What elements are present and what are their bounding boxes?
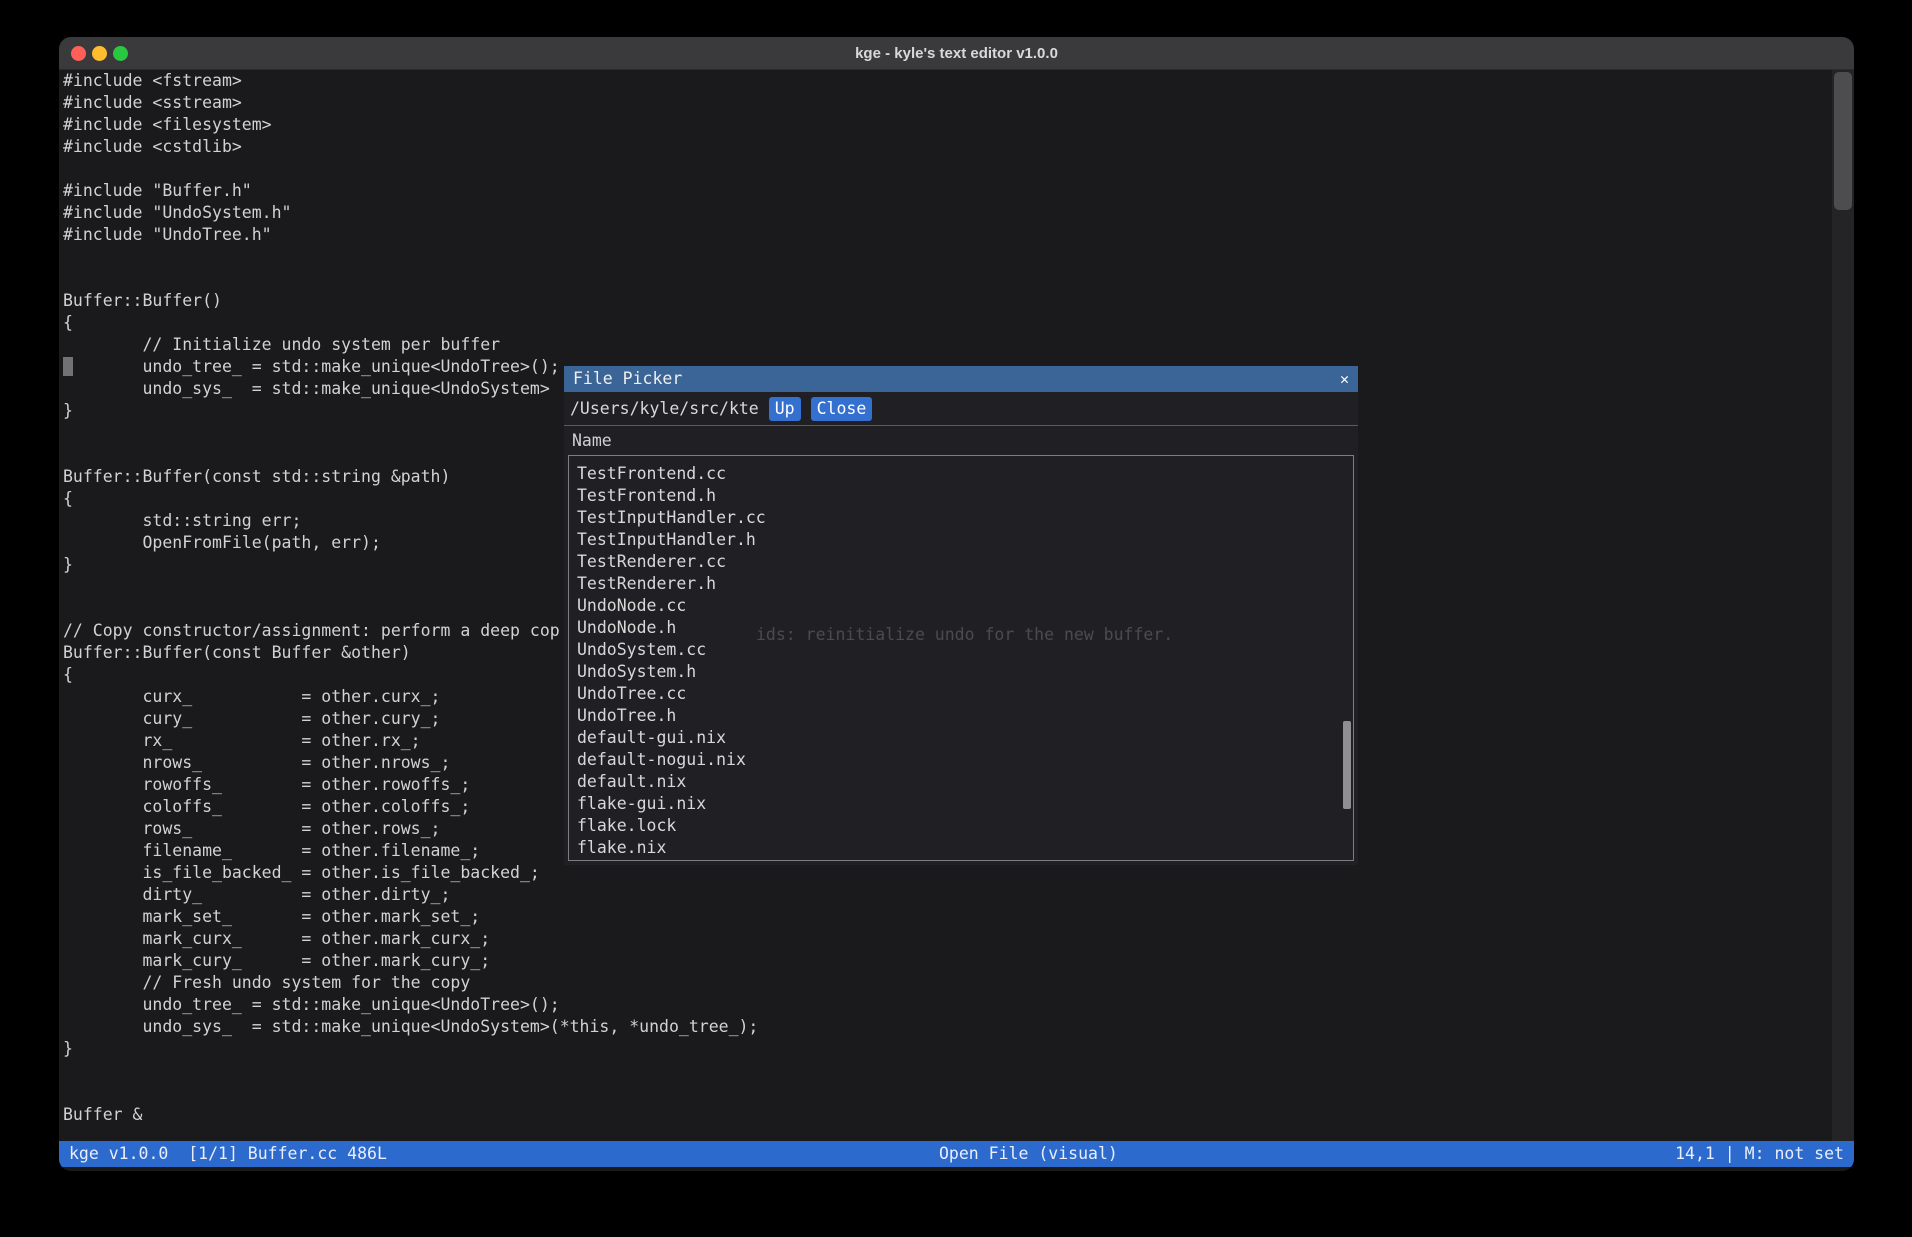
code-line[interactable]: #include <cstdlib>	[63, 136, 1828, 158]
window-controls	[71, 37, 128, 69]
zoom-window-button[interactable]	[113, 46, 128, 61]
file-list-item[interactable]: UndoNode.cc	[569, 595, 1353, 617]
code-line[interactable]: #include <filesystem>	[63, 114, 1828, 136]
code-line[interactable]	[63, 268, 1828, 290]
file-list[interactable]: TestFrontend.ccTestFrontend.hTestInputHa…	[568, 455, 1354, 861]
code-line[interactable]: mark_curx_ = other.mark_curx_;	[63, 928, 1828, 950]
code-line[interactable]	[63, 1082, 1828, 1104]
file-list-item[interactable]: TestFrontend.cc	[569, 463, 1353, 485]
dialog-close-icon[interactable]: ✕	[1340, 372, 1349, 387]
file-list-item[interactable]: flake.lock	[569, 815, 1353, 837]
file-list-item[interactable]: UndoTree.h	[569, 705, 1353, 727]
window-title: kge - kyle's text editor v1.0.0	[855, 45, 1058, 62]
minimize-window-button[interactable]	[92, 46, 107, 61]
text-cursor	[63, 357, 73, 376]
code-line[interactable]: #include <sstream>	[63, 92, 1828, 114]
file-list-item[interactable]: UndoTree.cc	[569, 683, 1353, 705]
file-list-item[interactable]: TestRenderer.h	[569, 573, 1353, 595]
window-titlebar[interactable]: kge - kyle's text editor v1.0.0	[59, 37, 1854, 70]
file-list-item[interactable]: default-nogui.nix	[569, 749, 1353, 771]
code-line[interactable]	[63, 1060, 1828, 1082]
code-line[interactable]	[63, 246, 1828, 268]
status-mode: Open File (visual)	[939, 1141, 1118, 1167]
file-list-item[interactable]: TestFrontend.h	[569, 485, 1353, 507]
file-list-item[interactable]: default-gui.nix	[569, 727, 1353, 749]
current-path: /Users/kyle/src/kte	[570, 398, 759, 420]
code-line[interactable]: // Fresh undo system for the copy	[63, 972, 1828, 994]
code-line[interactable]: mark_set_ = other.mark_set_;	[63, 906, 1828, 928]
file-picker-title: File Picker	[573, 368, 1340, 390]
code-line[interactable]: #include "Buffer.h"	[63, 180, 1828, 202]
file-list-item[interactable]: TestInputHandler.cc	[569, 507, 1353, 529]
file-list-item[interactable]: TestInputHandler.h	[569, 529, 1353, 551]
code-line[interactable]: is_file_backed_ = other.is_file_backed_;	[63, 862, 1828, 884]
code-line[interactable]: {	[63, 312, 1828, 334]
code-line[interactable]: #include <fstream>	[63, 70, 1828, 92]
up-button[interactable]: Up	[769, 397, 801, 421]
code-line[interactable]: Buffer &	[63, 1104, 1828, 1126]
code-line[interactable]: undo_sys_ = std::make_unique<UndoSystem>…	[63, 1016, 1828, 1038]
close-window-button[interactable]	[71, 46, 86, 61]
code-line[interactable]: // Initialize undo system per buffer	[63, 334, 1828, 356]
code-line[interactable]: Buffer::Buffer()	[63, 290, 1828, 312]
file-list-item[interactable]: flake-gui.nix	[569, 793, 1353, 815]
path-row: /Users/kyle/src/kte Up Close	[564, 392, 1358, 425]
status-left: kge v1.0.0 [1/1] Buffer.cc 486L	[69, 1141, 387, 1167]
status-bar: kge v1.0.0 [1/1] Buffer.cc 486L Open Fil…	[59, 1141, 1854, 1167]
file-list-item[interactable]: UndoSystem.cc	[569, 639, 1353, 661]
editor-window: kge - kyle's text editor v1.0.0 #include…	[59, 37, 1854, 1171]
status-cursor-position: 14,1 | M: not set	[1675, 1141, 1844, 1167]
column-header-name: Name	[564, 426, 1358, 455]
code-line[interactable]	[63, 158, 1828, 180]
file-list-item[interactable]: TestRenderer.cc	[569, 551, 1353, 573]
editor-scrollbar[interactable]	[1832, 70, 1854, 1141]
close-button[interactable]: Close	[811, 397, 873, 421]
file-list-item[interactable]: default.nix	[569, 771, 1353, 793]
code-line[interactable]: #include "UndoTree.h"	[63, 224, 1828, 246]
code-line[interactable]: undo_tree_ = std::make_unique<UndoTree>(…	[63, 994, 1828, 1016]
desktop-background: { "window": { "title": "kge - kyle's tex…	[0, 0, 1912, 1237]
file-picker-titlebar[interactable]: File Picker ✕	[564, 366, 1358, 392]
file-list-item[interactable]: flake.nix	[569, 837, 1353, 859]
file-list-scrollbar-thumb[interactable]	[1343, 721, 1351, 809]
code-line[interactable]: dirty_ = other.dirty_;	[63, 884, 1828, 906]
code-line[interactable]: mark_cury_ = other.mark_cury_;	[63, 950, 1828, 972]
file-list-item[interactable]: UndoSystem.h	[569, 661, 1353, 683]
code-line[interactable]: }	[63, 1038, 1828, 1060]
code-line[interactable]: #include "UndoSystem.h"	[63, 202, 1828, 224]
editor-scrollbar-thumb[interactable]	[1834, 72, 1852, 210]
file-picker-dialog: File Picker ✕ /Users/kyle/src/kte Up Clo…	[564, 366, 1358, 865]
file-list-item[interactable]: UndoNode.h	[569, 617, 1353, 639]
